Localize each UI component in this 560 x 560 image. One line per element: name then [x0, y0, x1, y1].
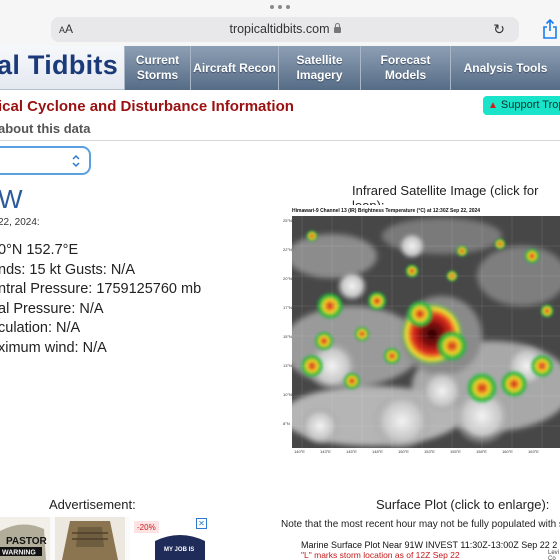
surface-plot-title[interactable]: Marine Surface Plot Near 91W INVEST 11:3…: [301, 540, 557, 550]
satellite-image-link[interactable]: Himawari-9 Channel 13 (IR) Brightness Te…: [283, 205, 560, 454]
main-nav: Current Storms Aircraft Recon Satellite …: [124, 46, 560, 90]
share-icon[interactable]: [542, 18, 558, 40]
ir-imagery: [292, 216, 560, 448]
nav-satellite-imagery[interactable]: Satellite Imagery: [278, 46, 360, 90]
storm-info: 0°N 152.7°E nds: 15 kt Gusts: N/A ntral …: [0, 241, 201, 358]
storm-select[interactable]: [0, 146, 91, 175]
ad-products-image: PASTOR WARNING -20% MY JOB IS: [0, 517, 210, 560]
storm-circulation: culation: N/A: [0, 320, 81, 336]
lon-label: 163°E: [528, 449, 539, 454]
hat-text-1: PASTOR: [6, 536, 48, 547]
reload-icon[interactable]: ↻: [493, 21, 505, 37]
storm-position: 0°N 152.7°E: [0, 242, 79, 258]
nav-current-storms[interactable]: Current Storms: [124, 46, 190, 90]
storm-central-pressure: ntral Pressure: 1759125760 mb: [0, 281, 202, 297]
more-dots-icon[interactable]: [270, 4, 290, 10]
lat-label: 13°N: [283, 363, 292, 368]
lon-label: 153°E: [424, 449, 435, 454]
lat-label: 15°N: [283, 334, 292, 339]
satellite-header: Himawari-9 Channel 13 (IR) Brightness Te…: [292, 208, 481, 214]
select-chevron-icon: [72, 154, 80, 168]
surface-plot-caption: Surface Plot (click to enlarge):: [376, 497, 550, 512]
surface-plot-subtitle: "L" marks storm location as of 12Z Sep 2…: [301, 550, 460, 560]
lat-label: 17°N: [283, 305, 292, 310]
url-text: tropicaltidbits.com: [229, 22, 330, 36]
storm-name: W: [0, 184, 23, 214]
flame-icon: ▲: [488, 100, 498, 111]
address-bar[interactable]: AAAA tropicaltidbits.com ↻: [51, 17, 519, 42]
lat-label: 20°N: [283, 276, 292, 281]
page-title: ical Cyclone and Disturbance Information: [0, 98, 294, 115]
surface-plot-note: Note that the most recent hour may not b…: [281, 519, 560, 530]
lat-label: 25°N: [283, 218, 292, 223]
advertisement-label: Advertisement:: [49, 497, 136, 512]
lon-label: 148°E: [372, 449, 383, 454]
lat-label: 8°N: [283, 421, 290, 426]
lon-label: 150°E: [398, 449, 409, 454]
lock-icon: [333, 23, 341, 33]
discount-badge: -20%: [137, 523, 156, 532]
divider: [0, 140, 560, 141]
nav-forecast-models[interactable]: Forecast Models: [360, 46, 450, 90]
lon-label: 140°E: [294, 449, 305, 454]
storm-as-of: 22, 2024:: [0, 217, 40, 228]
support-button[interactable]: ▲Support Tropi: [483, 96, 560, 115]
lon-label: 158°E: [476, 449, 487, 454]
surface-plot-credit: Levi Co: [548, 550, 560, 560]
about-data-link[interactable]: about this data: [0, 121, 90, 136]
hat-text-3: MY JOB IS: [164, 547, 194, 553]
lon-label: 155°E: [450, 449, 461, 454]
site-logo[interactable]: al Tidbits: [0, 50, 118, 81]
support-label: Support Tropi: [500, 99, 560, 111]
storm-max-wind: ximum wind: N/A: [0, 339, 107, 356]
hat-text-2: WARNING: [2, 550, 36, 557]
site-header: al Tidbits Current Storms Aircraft Recon…: [0, 46, 560, 90]
title-bar: ical Cyclone and Disturbance Information…: [0, 92, 560, 118]
lon-label: 145°E: [346, 449, 357, 454]
lon-label: 160°E: [502, 449, 513, 454]
ad-close-icon[interactable]: ✕: [196, 518, 207, 529]
lat-label: 22°N: [283, 247, 292, 252]
nav-aircraft-recon[interactable]: Aircraft Recon: [190, 46, 278, 90]
storm-winds: nds: 15 kt Gusts: N/A: [0, 261, 135, 278]
lon-label: 143°E: [320, 449, 331, 454]
browser-toolbar: AAAA tropicaltidbits.com ↻: [0, 0, 560, 46]
advertisement-banner[interactable]: PASTOR WARNING -20% MY JOB IS: [0, 517, 210, 560]
satellite-image: [292, 216, 560, 448]
lat-label: 10°N: [283, 392, 292, 397]
nav-analysis-tools[interactable]: Analysis Tools: [450, 46, 560, 90]
storm-environmental-pressure: al Pressure: N/A: [0, 300, 104, 317]
